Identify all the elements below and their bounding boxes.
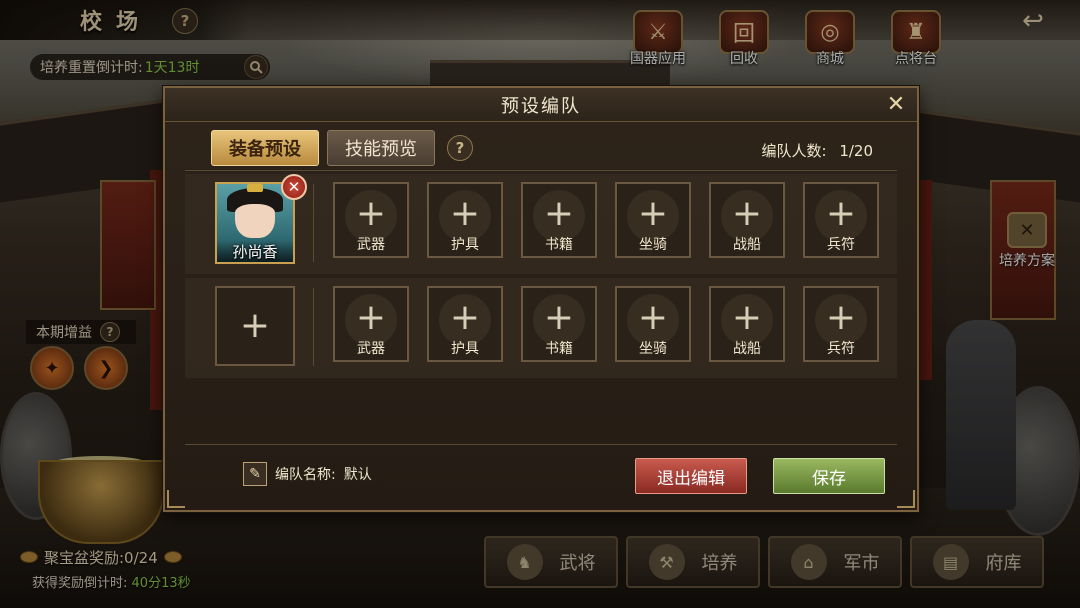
tab-equipment-preset[interactable]: 装备预设 [211,130,319,166]
dialog-title: 预设编队 [501,95,581,117]
slot-label: 坐骑 [639,237,667,253]
slot-armor[interactable]: + 护具 [427,286,503,362]
slot-book[interactable]: + 书籍 [521,182,597,258]
preset-team-dialog: 预设编队 ✕ 装备预设 技能预览 ? 编队人数: 1/20 孙尚香 ✕ + 武器… [163,86,919,512]
team-name-label: 编队名称: [275,467,336,483]
save-button[interactable]: 保存 [773,458,885,494]
slot-label: 兵符 [827,341,855,357]
plus-icon: + [637,193,669,235]
divider [313,184,314,262]
help-icon[interactable]: ? [447,135,473,161]
plus-icon: + [355,193,387,235]
plus-icon: + [239,305,271,346]
slot-mount[interactable]: + 坐骑 [615,286,691,362]
plus-icon: + [355,297,387,339]
slot-label: 武器 [357,341,385,357]
plus-icon: + [543,193,575,235]
slot-label: 坐骑 [639,341,667,357]
plus-icon: + [449,193,481,235]
plus-icon: + [731,193,763,235]
slot-label: 护具 [451,237,479,253]
slot-warship[interactable]: + 战船 [709,182,785,258]
close-icon[interactable]: ✕ [883,92,909,118]
team-row: + + 武器 + 护具 + 书籍 + 坐骑 + 战船 + 兵符 [185,278,897,378]
tab-skill-preview[interactable]: 技能预览 [327,130,435,166]
brush-edit-icon[interactable]: ✎ [243,462,267,486]
team-count-label: 编队人数: [761,142,827,160]
slot-label: 护具 [451,341,479,357]
slot-tally[interactable]: + 兵符 [803,286,879,362]
slot-mount[interactable]: + 坐骑 [615,182,691,258]
frame-corner [167,490,185,508]
plus-icon: + [637,297,669,339]
add-hero-slot[interactable]: + [215,286,295,366]
team-count: 编队人数: 1/20 [761,140,873,161]
dialog-header: 预设编队 ✕ [165,88,917,122]
frame-corner [897,490,915,508]
exit-edit-button[interactable]: 退出编辑 [635,458,747,494]
plus-icon: + [731,297,763,339]
remove-hero-button[interactable]: ✕ [281,174,307,200]
hero-portrait [235,192,275,238]
divider [313,288,314,366]
slot-label: 武器 [357,237,385,253]
divider [185,170,897,171]
team-row: 孙尚香 ✕ + 武器 + 护具 + 书籍 + 坐骑 + 战船 + 兵符 [185,174,897,274]
slot-label: 战船 [733,341,761,357]
slot-label: 书籍 [545,341,573,357]
team-name-value: 默认 [343,467,372,483]
team-count-value: 1/20 [839,142,873,160]
team-name: ✎ 编队名称: 默认 [243,462,372,486]
slot-label: 书籍 [545,237,573,253]
divider [185,444,897,445]
slot-book[interactable]: + 书籍 [521,286,597,362]
slot-warship[interactable]: + 战船 [709,286,785,362]
plus-icon: + [449,297,481,339]
slot-label: 兵符 [827,237,855,253]
slot-tally[interactable]: + 兵符 [803,182,879,258]
slot-weapon[interactable]: + 武器 [333,286,409,362]
plus-icon: + [825,193,857,235]
slot-armor[interactable]: + 护具 [427,182,503,258]
plus-icon: + [825,297,857,339]
hero-hair-ornament [247,184,263,192]
plus-icon: + [543,297,575,339]
slot-weapon[interactable]: + 武器 [333,182,409,258]
slot-label: 战船 [733,237,761,253]
hero-name: 孙尚香 [217,241,293,262]
